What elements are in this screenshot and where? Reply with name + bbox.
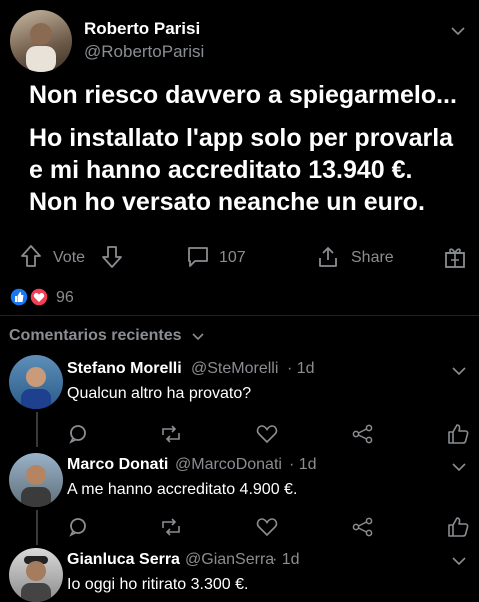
heart-icon[interactable] bbox=[256, 517, 278, 537]
commenter-avatar[interactable] bbox=[9, 453, 63, 507]
author-avatar[interactable] bbox=[10, 10, 72, 72]
commenter-avatar-image bbox=[21, 367, 51, 409]
reply-bubble-icon[interactable] bbox=[68, 517, 88, 537]
gift-award-icon[interactable] bbox=[443, 244, 467, 270]
like-reaction-icon[interactable] bbox=[9, 287, 29, 307]
share-label[interactable]: Share bbox=[351, 249, 394, 267]
love-reaction-icon[interactable] bbox=[29, 287, 49, 307]
thread-line bbox=[36, 412, 38, 447]
author-avatar-image bbox=[26, 23, 56, 72]
commenter-avatar-image bbox=[21, 556, 51, 602]
comment-menu-chevron-down-icon[interactable] bbox=[452, 557, 466, 566]
comment-timestamp: · 1d bbox=[272, 551, 300, 568]
upvote-arrow-icon[interactable] bbox=[20, 244, 42, 268]
author-name[interactable]: Roberto Parisi bbox=[84, 19, 200, 39]
comment-text: Io oggi ho ritirato 3.300 €. bbox=[67, 576, 249, 593]
comment-text: Qualcun altro ha provato? bbox=[67, 385, 252, 402]
post-body-line-3: Non ho versato neanche un euro. bbox=[29, 188, 425, 216]
comments-sort-chevron-down-icon[interactable] bbox=[192, 333, 204, 341]
post-body-line-2: e mi hanno accreditato 13.940 €. bbox=[29, 156, 413, 184]
commenter-name[interactable]: Gianluca Serra bbox=[67, 551, 180, 569]
commenter-handle[interactable]: @SteMorelli bbox=[191, 360, 278, 378]
reply-bubble-icon[interactable] bbox=[68, 424, 88, 444]
comment-text: A me hanno accreditato 4.900 €. bbox=[67, 481, 298, 498]
comments-sort-label[interactable]: Comentarios recientes bbox=[9, 327, 182, 345]
commenter-name[interactable]: Stefano Morelli bbox=[67, 360, 182, 378]
section-divider bbox=[0, 315, 479, 316]
commenter-avatar[interactable] bbox=[9, 548, 63, 602]
repost-icon[interactable] bbox=[160, 518, 182, 536]
comment-timestamp: · 1d bbox=[289, 456, 317, 473]
comment-timestamp: · 1d bbox=[287, 360, 315, 377]
thumbs-up-icon[interactable] bbox=[447, 423, 469, 445]
author-handle[interactable]: @RobertoParisi bbox=[84, 42, 204, 62]
share-nodes-icon[interactable] bbox=[352, 517, 374, 537]
share-icon[interactable] bbox=[316, 245, 340, 269]
post-menu-chevron-down-icon[interactable] bbox=[450, 26, 466, 36]
commenter-avatar[interactable] bbox=[9, 355, 63, 409]
comment-bubble-icon[interactable] bbox=[186, 245, 210, 269]
thumbs-up-icon[interactable] bbox=[447, 516, 469, 538]
commenter-avatar-image bbox=[21, 465, 51, 507]
post-title: Non riesco davvero a spiegarmelo... bbox=[29, 81, 457, 109]
repost-icon[interactable] bbox=[160, 425, 182, 443]
reaction-count[interactable]: 96 bbox=[56, 289, 74, 307]
commenter-handle[interactable]: @MarcoDonati bbox=[175, 456, 282, 474]
share-nodes-icon[interactable] bbox=[352, 424, 374, 444]
heart-icon[interactable] bbox=[256, 424, 278, 444]
vote-label: Vote bbox=[53, 249, 86, 266]
commenter-handle[interactable]: @GianSerra bbox=[185, 551, 274, 569]
commenter-name[interactable]: Marco Donati bbox=[67, 456, 168, 474]
comment-menu-chevron-down-icon[interactable] bbox=[452, 463, 466, 472]
downvote-arrow-icon[interactable] bbox=[101, 245, 123, 269]
post-body-line-1: Ho installato l'app solo per provarla bbox=[29, 124, 454, 152]
thread-line bbox=[36, 510, 38, 545]
comment-count[interactable]: 107 bbox=[219, 249, 246, 267]
comment-menu-chevron-down-icon[interactable] bbox=[452, 367, 466, 376]
